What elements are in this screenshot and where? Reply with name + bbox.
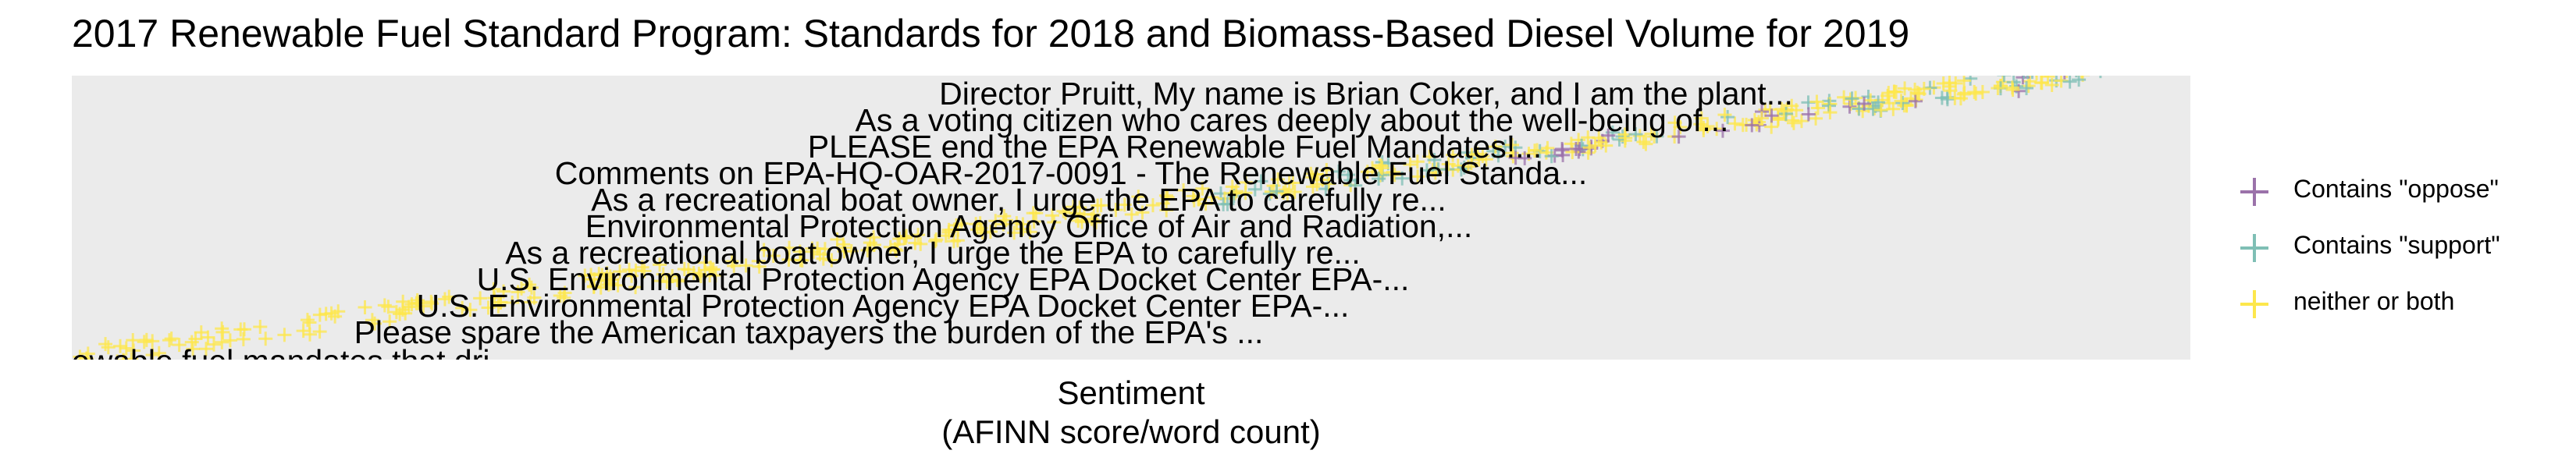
- plus-icon: [2240, 178, 2268, 206]
- x-axis-label-units: (AFINN score/word count): [941, 413, 1320, 450]
- plus-icon: [2240, 234, 2268, 262]
- legend-label: Contains "oppose": [2293, 175, 2499, 203]
- legend-label: Contains "support": [2293, 231, 2500, 259]
- point-neither: [2090, 58, 2104, 72]
- x-axis-label: Sentiment: [1057, 374, 1204, 411]
- scatter-plot: Director Pruitt, My name is Brian Coker,…: [0, 54, 2190, 450]
- point-neither: [2065, 59, 2079, 73]
- point-neither: [2035, 76, 2038, 77]
- point-neither: [2090, 55, 2104, 69]
- legend-label: neither or both: [2293, 287, 2455, 315]
- comment-annotation: o renewable fuel mandates that dri...: [0, 343, 517, 379]
- plus-icon: [2240, 290, 2268, 318]
- point-oppose: [2067, 61, 2081, 75]
- point-neither: [77, 358, 80, 360]
- point-neither: [2044, 76, 2047, 77]
- point-support: [2075, 76, 2078, 78]
- point-support: [2092, 54, 2106, 68]
- point-support: [2070, 61, 2084, 75]
